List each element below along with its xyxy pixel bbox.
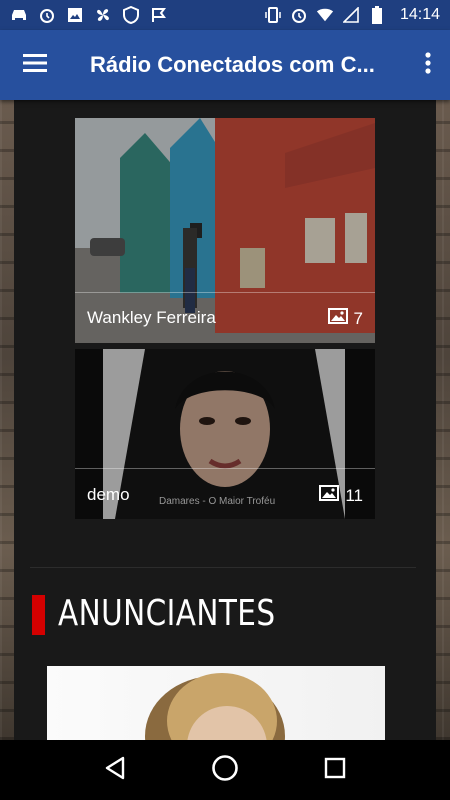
gallery-count-value: 11: [345, 485, 363, 505]
hamburger-icon: [23, 53, 47, 77]
gallery-card[interactable]: Wankley Ferreira 7: [75, 118, 375, 343]
section-title: ANUNCIANTES: [58, 593, 276, 634]
recents-icon: [324, 757, 346, 784]
gallery-card[interactable]: demo Damares - O Maior Troféu 11: [75, 349, 375, 519]
gallery-caption-divider: [75, 292, 375, 293]
signal-off-icon: [342, 6, 360, 24]
more-options-button[interactable]: [406, 30, 450, 100]
wifi-icon: [316, 6, 334, 24]
back-button[interactable]: [90, 745, 140, 795]
menu-button[interactable]: [0, 30, 70, 100]
image-icon: [66, 6, 84, 24]
car-icon: [10, 6, 28, 24]
check-flag-icon: [150, 6, 168, 24]
gallery-photo-count: 7: [327, 308, 363, 329]
navigation-bar: [0, 740, 450, 800]
gallery-caption: Wankley Ferreira: [87, 308, 216, 327]
gallery-caption-divider: [75, 468, 375, 469]
gallery-photo-count: 11: [319, 485, 363, 506]
fan-icon: [94, 6, 112, 24]
gallery-count-value: 7: [353, 308, 363, 328]
app-bar: Rádio Conectados com C...: [0, 30, 450, 100]
home-button[interactable]: [200, 745, 250, 795]
status-bar-system: 14:14: [264, 6, 440, 24]
alarm-icon: [290, 6, 308, 24]
more-vert-icon: [425, 51, 431, 79]
vibrate-icon: [264, 6, 282, 24]
app-title: Rádio Conectados com C...: [90, 52, 375, 77]
home-icon: [211, 754, 239, 787]
gallery-caption: demo: [87, 485, 130, 504]
advertiser-banner[interactable]: [47, 666, 385, 740]
shield-icon: [122, 6, 140, 24]
section-accent-bar: [32, 595, 45, 635]
recents-button[interactable]: [310, 745, 360, 795]
status-bar: 14:14: [0, 0, 450, 30]
alarm-icon: [38, 6, 56, 24]
battery-icon: [368, 6, 386, 24]
status-bar-notifications: [10, 6, 168, 24]
advertiser-image: [145, 673, 285, 740]
image-icon: [319, 485, 340, 506]
gallery-subtitle: Damares - O Maior Troféu: [159, 496, 276, 507]
back-icon: [104, 756, 126, 785]
section-divider: [30, 567, 416, 568]
status-time: 14:14: [399, 6, 440, 23]
image-icon: [327, 308, 348, 329]
